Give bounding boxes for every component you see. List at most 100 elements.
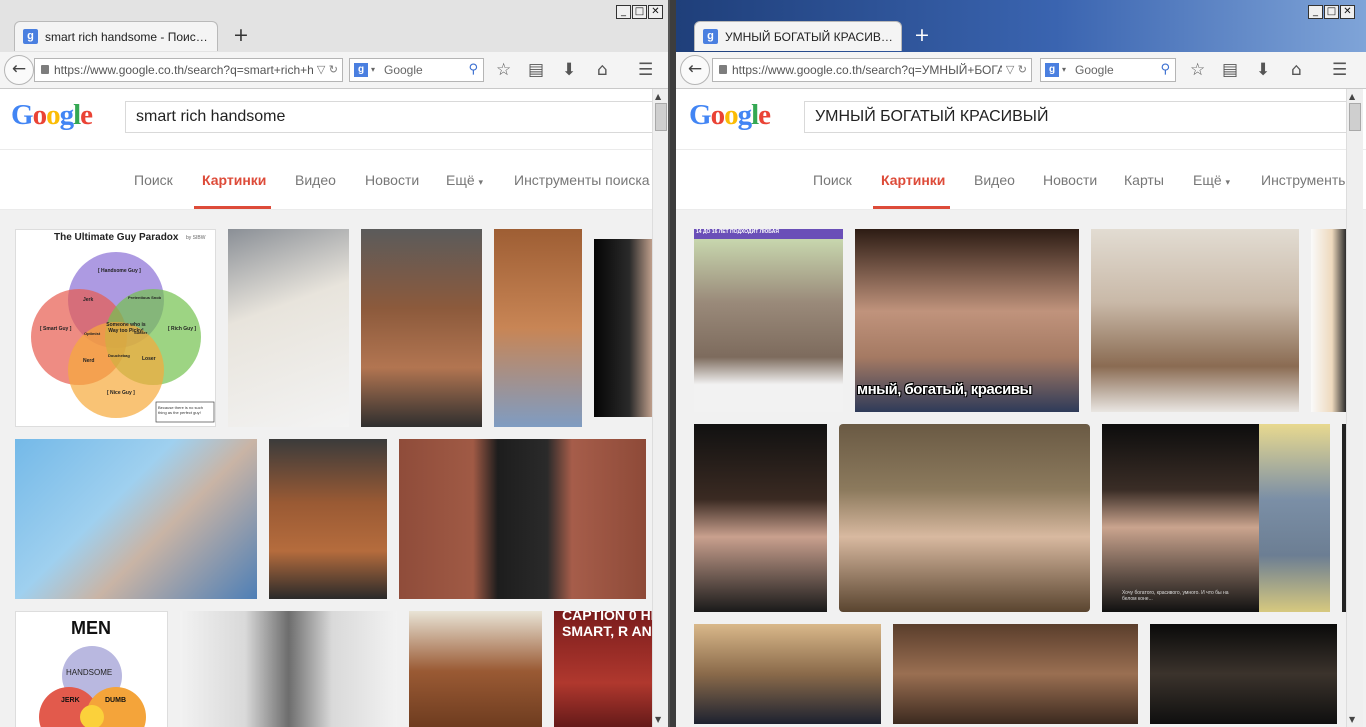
image-results: The Ultimate Guy Paradox by SIBW [ Hands… <box>0 210 668 727</box>
scrollbar[interactable]: ▲ ▼ <box>652 89 668 727</box>
menu-icon[interactable]: ☰ <box>638 58 653 82</box>
back-arrow-icon[interactable]: ← <box>680 55 710 85</box>
tab-video[interactable]: Видео <box>295 172 336 188</box>
scrollbar[interactable]: ▲ ▼ <box>1346 89 1363 727</box>
image-result[interactable]: The Ultimate Guy Paradox by SIBW [ Hands… <box>15 229 216 427</box>
image-result[interactable] <box>269 439 387 599</box>
tab-images[interactable]: Картинки <box>202 172 266 188</box>
image-result[interactable] <box>694 424 827 612</box>
clipboard-icon[interactable]: ▤ <box>528 58 544 82</box>
scroll-up-icon[interactable]: ▲ <box>1349 92 1355 101</box>
image-result[interactable] <box>361 229 482 427</box>
home-icon[interactable]: ⌂ <box>597 58 608 82</box>
venn-label-handsome: [ Handsome Guy ] <box>98 268 141 274</box>
tab-more[interactable]: Ещё ▾ <box>1193 172 1230 188</box>
close-icon[interactable]: ✕ <box>1340 5 1355 19</box>
back-arrow-icon[interactable]: ← <box>4 55 34 85</box>
image-result[interactable]: CAPTION 0 HE'S SMART, R AND TH <box>554 611 653 727</box>
tab-maps[interactable]: Карты <box>1124 172 1164 188</box>
scroll-down-icon[interactable]: ▼ <box>1349 715 1355 724</box>
menu-icon[interactable]: ☰ <box>1332 58 1347 82</box>
chevron-down-icon: ▾ <box>1225 177 1231 187</box>
image-result[interactable]: Хочу богатого, красивого, умного. И что … <box>1102 424 1259 612</box>
star-icon[interactable]: ☆ <box>496 58 511 82</box>
tab-more[interactable]: Ещё ▾ <box>446 172 483 188</box>
image-result[interactable]: 14 ДО 16 ЛЕТ ПОДХОДИТ ЛЮБАЯ <box>694 229 843 412</box>
search-input[interactable]: УМНЫЙ БОГАТЫЙ КРАСИВЫЙ <box>804 101 1349 133</box>
download-icon[interactable]: ⬇ <box>562 58 576 82</box>
scroll-down-icon[interactable]: ▼ <box>655 715 661 724</box>
image-bottom-caption: Хочу богатого, красивого, умного. И что … <box>1122 590 1229 602</box>
google-logo[interactable]: Google <box>11 99 93 132</box>
new-tab-button[interactable]: + <box>233 26 249 45</box>
image-result[interactable]: мный, богатый, красивы <box>855 229 1079 412</box>
image-result[interactable]: MEN HANDSOME JERK DUMB <box>15 611 168 727</box>
image-results: 14 ДО 16 ЛЕТ ПОДХОДИТ ЛЮБАЯ мный, богаты… <box>676 210 1366 727</box>
men-label-handsome: HANDSOME <box>66 668 113 677</box>
title-bar: g smart rich handsome - Поиск в G... + _… <box>0 0 668 52</box>
venn-label-loser: Loser <box>142 356 156 362</box>
download-icon[interactable]: ⬇ <box>1256 58 1270 82</box>
venn-label-douchebag: Douchebag <box>108 353 130 358</box>
search-engine-box[interactable]: g ▾ Google ⚲ <box>349 58 484 82</box>
maximize-icon[interactable]: □ <box>1324 5 1339 19</box>
url-bar[interactable]: https://www.google.co.th/search?q=smart+… <box>34 58 343 82</box>
image-result[interactable] <box>494 229 582 427</box>
search-engine-box[interactable]: g ▾ Google ⚲ <box>1040 58 1176 82</box>
star-icon[interactable]: ☆ <box>1190 58 1205 82</box>
left-browser-window: g smart rich handsome - Поиск в G... + _… <box>0 0 670 727</box>
image-result[interactable] <box>1150 624 1337 724</box>
venn-label-nerd: Nerd <box>83 358 95 364</box>
tab-search[interactable]: Поиск <box>813 172 852 188</box>
tab-images[interactable]: Картинки <box>881 172 945 188</box>
image-result[interactable] <box>228 229 349 427</box>
search-input[interactable]: smart rich handsome <box>125 101 653 133</box>
minimize-icon[interactable]: _ <box>1308 5 1323 19</box>
image-result[interactable] <box>399 439 646 599</box>
tab-more-label: Ещё <box>1193 172 1222 188</box>
reload-icon[interactable]: ▽ ↻ <box>1001 59 1027 81</box>
clipboard-icon[interactable]: ▤ <box>1222 58 1238 82</box>
image-result[interactable] <box>594 239 653 417</box>
venn-center-label: Someone who is Way too Picky! <box>106 322 146 334</box>
search-icon[interactable]: ⚲ <box>1160 59 1170 81</box>
image-result[interactable] <box>839 424 1090 612</box>
image-result[interactable] <box>1091 229 1299 412</box>
url-bar[interactable]: https://www.google.co.th/search?q=УМНЫЙ+… <box>712 58 1032 82</box>
tab-search-tools[interactable]: Инструменты п <box>1261 172 1360 188</box>
url-text: https://www.google.co.th/search?q=smart+… <box>54 63 314 77</box>
right-browser-window: g УМНЫЙ БОГАТЫЙ КРАСИВЫЙ - ... + _ □ ✕ ←… <box>676 0 1366 727</box>
reload-icon[interactable]: ▽ ↻ <box>312 59 338 81</box>
tab-news[interactable]: Новости <box>365 172 419 188</box>
scroll-thumb[interactable] <box>1349 103 1361 131</box>
tab-search[interactable]: Поиск <box>134 172 173 188</box>
men-label-dumb: DUMB <box>105 697 126 704</box>
image-result[interactable] <box>180 611 397 727</box>
chevron-down-icon: ▾ <box>478 177 484 187</box>
tab-news[interactable]: Новости <box>1043 172 1097 188</box>
maximize-icon[interactable]: □ <box>632 5 647 19</box>
tab-video[interactable]: Видео <box>974 172 1015 188</box>
dropdown-icon[interactable]: ▾ <box>371 59 375 81</box>
browser-tab[interactable]: g УМНЫЙ БОГАТЫЙ КРАСИВЫЙ - ... <box>694 21 902 51</box>
tab-search-tools[interactable]: Инструменты поиска <box>514 172 650 188</box>
image-result[interactable] <box>409 611 542 727</box>
google-favicon-icon: g <box>23 29 38 44</box>
meme-caption: CAPTION 0 HE'S SMART, R AND TH <box>562 611 653 639</box>
minimize-icon[interactable]: _ <box>616 5 631 19</box>
image-result[interactable] <box>1259 424 1330 612</box>
search-icon[interactable]: ⚲ <box>468 59 478 81</box>
close-icon[interactable]: ✕ <box>648 5 663 19</box>
scroll-thumb[interactable] <box>655 103 667 131</box>
image-result[interactable] <box>15 439 257 599</box>
title-bar: g УМНЫЙ БОГАТЫЙ КРАСИВЫЙ - ... + _ □ ✕ <box>676 0 1366 52</box>
dropdown-icon[interactable]: ▾ <box>1062 59 1066 81</box>
scroll-up-icon[interactable]: ▲ <box>655 92 661 101</box>
browser-tab[interactable]: g smart rich handsome - Поиск в G... <box>14 21 218 51</box>
image-result[interactable] <box>893 624 1138 724</box>
new-tab-button[interactable]: + <box>914 26 930 45</box>
home-icon[interactable]: ⌂ <box>1291 58 1302 82</box>
google-logo[interactable]: Google <box>689 99 771 132</box>
image-result[interactable] <box>694 624 881 724</box>
image-result[interactable] <box>1311 229 1346 412</box>
